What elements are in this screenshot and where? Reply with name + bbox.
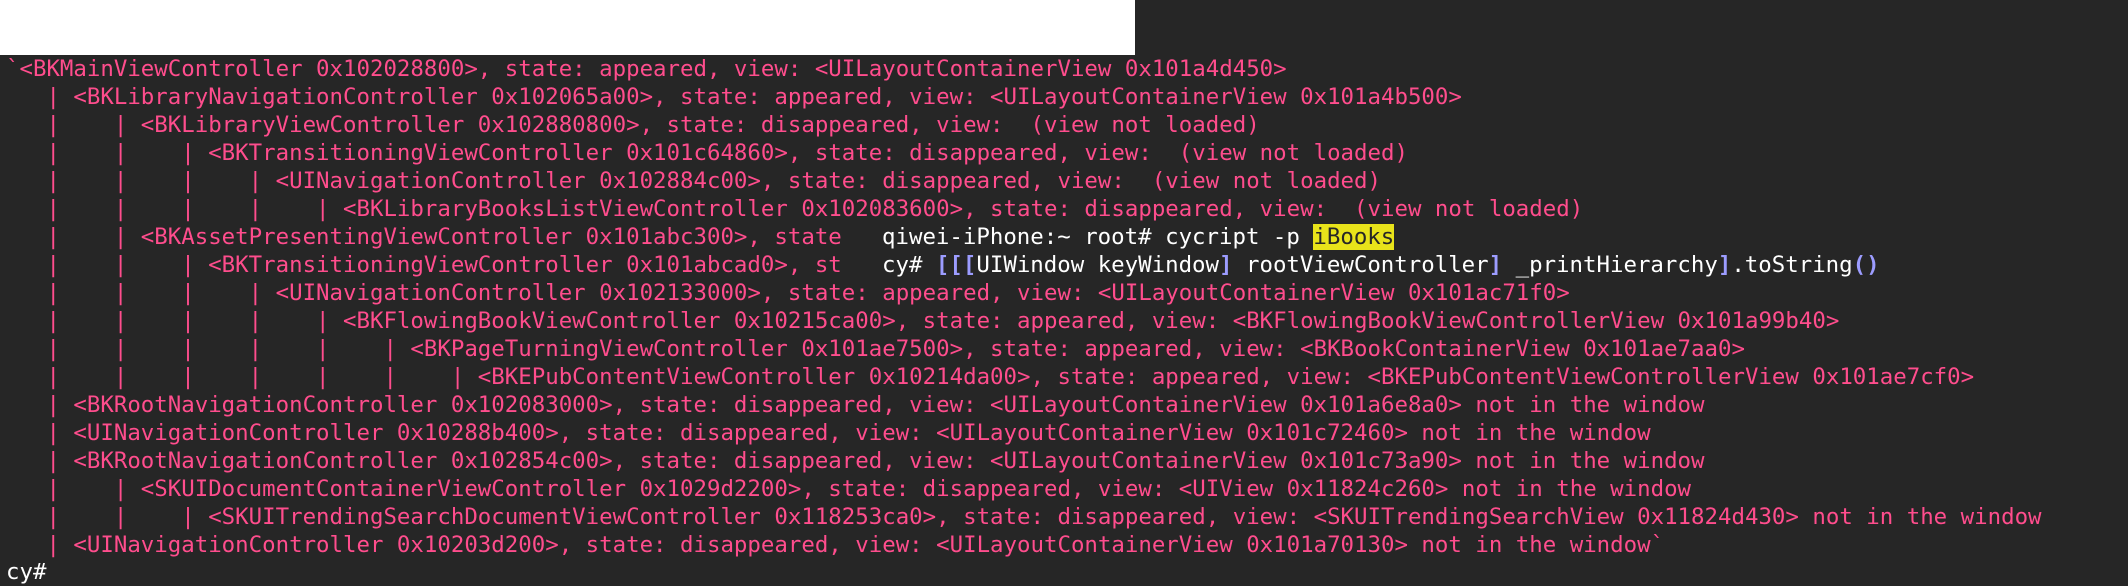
process-name-highlight: iBooks xyxy=(1313,224,1395,250)
bracket-close: ] xyxy=(1717,252,1732,278)
command-part: _printHierarchy xyxy=(1502,252,1718,278)
hierarchy-line: | <BKLibraryNavigationController 0x10206… xyxy=(6,84,1462,110)
hierarchy-line: `<BKMainViewController 0x102028800>, sta… xyxy=(6,56,1287,82)
command-part: .toString xyxy=(1731,252,1853,278)
parens: () xyxy=(1852,252,1880,278)
bracket-open: [[[ xyxy=(935,252,977,278)
bracket-close: ] xyxy=(1488,252,1503,278)
hierarchy-line: | | <SKUIDocumentContainerViewController… xyxy=(6,476,1692,502)
cycript-command-line: cy# [[[UIWindow keyWindow] rootViewContr… xyxy=(882,251,1940,279)
hierarchy-line: | | <BKAssetPresentingViewController 0x1… xyxy=(6,224,842,250)
hierarchy-line: | | | | | <BKLibraryBooksListViewControl… xyxy=(6,196,1584,222)
hierarchy-line: | <UINavigationController 0x10288b400>, … xyxy=(6,420,1651,446)
shell-command-line: qiwei-iPhone:~ root# cycript -p iBooks xyxy=(882,223,1403,251)
hierarchy-line: | | | | | | | <BKEPubContentViewControll… xyxy=(6,364,1975,390)
hierarchy-line: | | <BKLibraryViewController 0x102880800… xyxy=(6,112,1260,138)
command-part: UIWindow keyWindow xyxy=(976,252,1220,278)
shell-prompt-text: qiwei-iPhone:~ root# cycript -p xyxy=(882,224,1314,250)
hierarchy-line: | <BKRootNavigationController 0x102854c0… xyxy=(6,448,1705,474)
terminal-window[interactable]: `<BKMainViewController 0x102028800>, sta… xyxy=(0,55,2128,585)
hierarchy-line: | | | | | | <BKPageTurningViewController… xyxy=(6,336,1745,362)
white-header-bar xyxy=(0,0,1135,55)
bracket-close: ] xyxy=(1219,252,1233,278)
command-part: rootViewController xyxy=(1232,252,1489,278)
hierarchy-line: | | | <BKTransitioningViewController 0x1… xyxy=(6,252,842,278)
hierarchy-line: | | | | | <BKFlowingBookViewController 0… xyxy=(6,308,1840,334)
hierarchy-line: | <BKRootNavigationController 0x10208300… xyxy=(6,392,1705,418)
cycript-prompt[interactable]: cy# xyxy=(6,558,46,586)
hierarchy-line: | <UINavigationController 0x10203d200>, … xyxy=(6,532,1665,558)
hierarchy-line: | | | <SKUITrendingSearchDocumentViewCon… xyxy=(6,504,2042,530)
hierarchy-line: | | | | <UINavigationController 0x102884… xyxy=(6,168,1381,194)
hierarchy-line: | | | <BKTransitioningViewController 0x1… xyxy=(6,140,1408,166)
hierarchy-line: | | | | <UINavigationController 0x102133… xyxy=(6,280,1570,306)
cy-prefix: cy# xyxy=(882,252,936,278)
